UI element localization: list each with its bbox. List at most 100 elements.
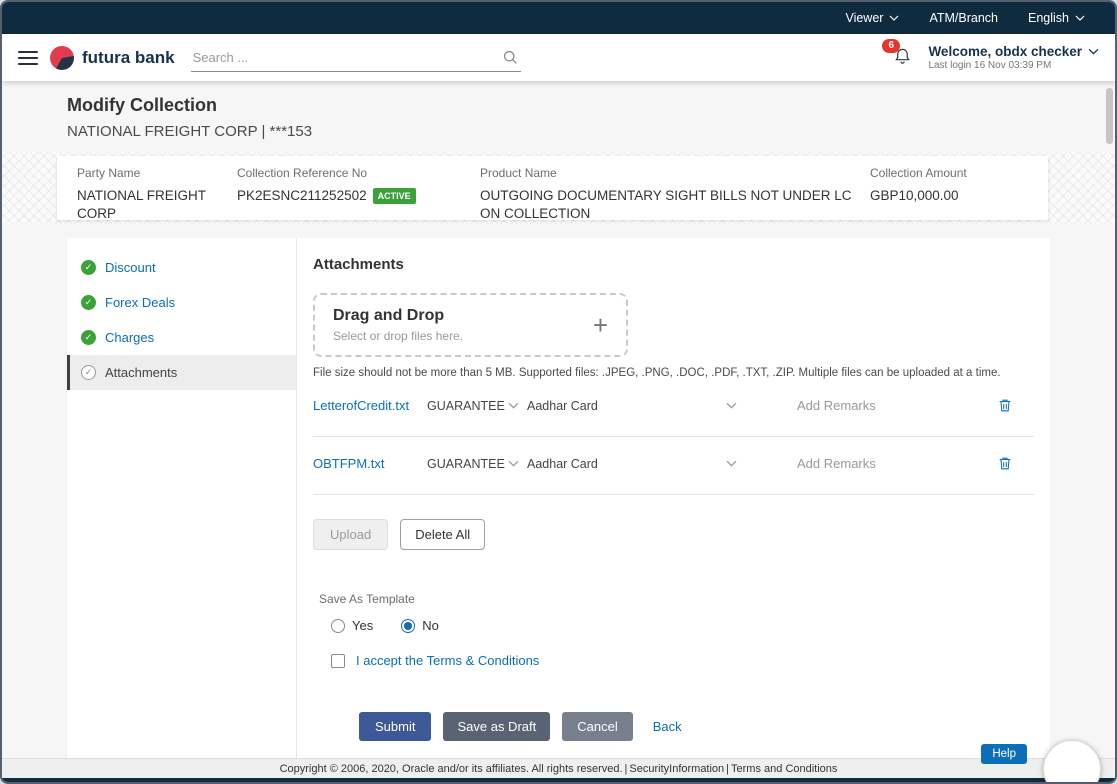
status-badge: ACTIVE bbox=[373, 188, 416, 204]
help-button[interactable]: Help bbox=[981, 744, 1027, 764]
delete-file-button[interactable] bbox=[997, 397, 1013, 414]
reference-number: PK2ESNC211252502 bbox=[237, 188, 367, 203]
terms-link[interactable]: I accept the Terms & Conditions bbox=[356, 653, 539, 668]
file-dropzone[interactable]: Drag and Drop Select or drop files here.… bbox=[313, 293, 628, 357]
check-circle-outline-icon bbox=[81, 365, 96, 380]
search-icon[interactable] bbox=[502, 49, 519, 66]
check-circle-icon bbox=[81, 330, 96, 345]
delete-file-button[interactable] bbox=[997, 455, 1013, 472]
user-menu[interactable]: Welcome, obdx checker bbox=[928, 44, 1099, 59]
brand-name: futura bank bbox=[82, 48, 175, 68]
terms-and-conditions-link[interactable]: Terms and Conditions bbox=[731, 763, 837, 775]
atm-branch-label: ATM/Branch bbox=[929, 11, 998, 25]
save-as-template-label: Save As Template bbox=[319, 592, 1034, 606]
form-actions: Submit Save as Draft Cancel Back bbox=[359, 712, 1034, 741]
app-header: futura bank 6 Welcome, obdx checker Last… bbox=[2, 34, 1115, 81]
summary-strip: Party Name NATIONAL FREIGHT CORP Collect… bbox=[2, 152, 1115, 224]
attachment-row: OBTFPM.txt GUARANTEE Aadhar Card bbox=[313, 437, 1034, 495]
submit-button[interactable]: Submit bbox=[359, 712, 431, 741]
terms-checkbox[interactable] bbox=[331, 654, 345, 668]
chevron-down-icon bbox=[508, 460, 519, 467]
chevron-down-icon bbox=[508, 402, 519, 409]
notification-count-badge: 6 bbox=[882, 39, 900, 53]
file-link[interactable]: LetterofCredit.txt bbox=[313, 398, 427, 413]
atm-branch-link[interactable]: ATM/Branch bbox=[929, 11, 998, 25]
doc-type-select[interactable]: Aadhar Card bbox=[527, 457, 737, 471]
search-input[interactable] bbox=[191, 44, 521, 71]
category-select[interactable]: GUARANTEE bbox=[427, 457, 519, 471]
check-circle-icon bbox=[81, 295, 96, 310]
chevron-down-icon bbox=[1075, 15, 1085, 21]
summary-field-product-name: Product Name OUTGOING DOCUMENTARY SIGHT … bbox=[480, 166, 870, 210]
radio-no-control[interactable] bbox=[401, 619, 415, 633]
main-card: Discount Forex Deals Charges Attachments… bbox=[67, 238, 1050, 765]
summary-field-party-name: Party Name NATIONAL FREIGHT CORP bbox=[77, 166, 237, 210]
steps-sidebar: Discount Forex Deals Charges Attachments bbox=[67, 238, 297, 765]
chevron-down-icon bbox=[726, 460, 737, 467]
radio-yes[interactable]: Yes bbox=[331, 618, 373, 633]
attachment-row: LetterofCredit.txt GUARANTEE Aadhar Card bbox=[313, 379, 1034, 437]
notifications-button[interactable]: 6 bbox=[893, 44, 912, 71]
doc-type-value: Aadhar Card bbox=[527, 457, 598, 471]
sidebar-item-forex-deals[interactable]: Forex Deals bbox=[67, 285, 296, 320]
sidebar-item-label: Discount bbox=[105, 260, 156, 275]
radio-yes-control[interactable] bbox=[331, 619, 345, 633]
menu-icon[interactable] bbox=[18, 51, 38, 65]
sidebar-item-label: Attachments bbox=[105, 365, 177, 380]
terms-row: I accept the Terms & Conditions bbox=[331, 653, 1034, 668]
page-head: Modify Collection NATIONAL FREIGHT CORP … bbox=[2, 81, 1115, 140]
user-area: Welcome, obdx checker Last login 16 Nov … bbox=[928, 44, 1099, 71]
last-login: Last login 16 Nov 03:39 PM bbox=[928, 60, 1099, 71]
brand-logo[interactable]: futura bank bbox=[50, 46, 175, 70]
field-label: Collection Amount bbox=[870, 166, 1018, 180]
attachments-panel: Attachments Drag and Drop Select or drop… bbox=[297, 238, 1050, 765]
back-link[interactable]: Back bbox=[653, 719, 682, 734]
delete-all-button[interactable]: Delete All bbox=[400, 519, 485, 550]
radio-no[interactable]: No bbox=[401, 618, 439, 633]
doc-type-select[interactable]: Aadhar Card bbox=[527, 399, 737, 413]
page-title: Modify Collection bbox=[67, 95, 1115, 116]
summary-field-reference-no: Collection Reference No PK2ESNC211252502… bbox=[237, 166, 480, 210]
remarks-input[interactable] bbox=[797, 456, 927, 471]
trash-icon bbox=[997, 455, 1013, 472]
security-information-link[interactable]: SecurityInformation bbox=[629, 763, 724, 775]
welcome-label: Welcome, obdx checker bbox=[928, 44, 1082, 59]
cancel-button[interactable]: Cancel bbox=[562, 712, 632, 741]
field-value: PK2ESNC211252502 ACTIVE bbox=[237, 187, 470, 205]
top-utility-bar: Viewer ATM/Branch English bbox=[2, 2, 1115, 34]
field-label: Collection Reference No bbox=[237, 166, 470, 180]
page-subtitle: NATIONAL FREIGHT CORP | ***153 bbox=[67, 123, 1115, 140]
app-window: Viewer ATM/Branch English futura bank 6 bbox=[0, 0, 1117, 784]
window-frame-bottom bbox=[2, 778, 1115, 782]
sidebar-item-discount[interactable]: Discount bbox=[67, 250, 296, 285]
chat-widget-button[interactable] bbox=[1043, 740, 1101, 784]
field-label: Party Name bbox=[77, 166, 227, 180]
radio-no-label: No bbox=[422, 618, 439, 633]
dropzone-text: Drag and Drop Select or drop files here. bbox=[333, 307, 463, 343]
sidebar-item-label: Forex Deals bbox=[105, 295, 175, 310]
sidebar-item-attachments[interactable]: Attachments bbox=[67, 355, 296, 390]
category-value: GUARANTEE bbox=[427, 399, 505, 413]
separator: | bbox=[625, 763, 628, 775]
file-link[interactable]: OBTFPM.txt bbox=[313, 456, 427, 471]
separator: | bbox=[726, 763, 729, 775]
dropzone-title: Drag and Drop bbox=[333, 307, 463, 325]
save-as-draft-button[interactable]: Save as Draft bbox=[443, 712, 550, 741]
copyright-text: Copyright © 2006, 2020, Oracle and/or it… bbox=[280, 763, 623, 775]
save-as-template-options: Yes No bbox=[331, 618, 1034, 633]
upload-button[interactable]: Upload bbox=[313, 519, 388, 550]
category-select[interactable]: GUARANTEE bbox=[427, 399, 519, 413]
scrollbar-thumb[interactable] bbox=[1106, 88, 1113, 144]
sidebar-item-charges[interactable]: Charges bbox=[67, 320, 296, 355]
remarks-input[interactable] bbox=[797, 398, 927, 413]
dropzone-subtitle: Select or drop files here. bbox=[333, 329, 463, 343]
chevron-down-icon bbox=[726, 402, 737, 409]
field-label: Product Name bbox=[480, 166, 860, 180]
language-label: English bbox=[1028, 11, 1069, 25]
language-dropdown[interactable]: English bbox=[1028, 11, 1085, 25]
footer-bar: Copyright © 2006, 2020, Oracle and/or it… bbox=[2, 758, 1115, 778]
header-right: 6 Welcome, obdx checker Last login 16 No… bbox=[893, 44, 1099, 71]
viewer-dropdown[interactable]: Viewer bbox=[845, 11, 899, 25]
field-value: GBP10,000.00 bbox=[870, 187, 1018, 205]
brand-logo-icon bbox=[50, 46, 74, 70]
